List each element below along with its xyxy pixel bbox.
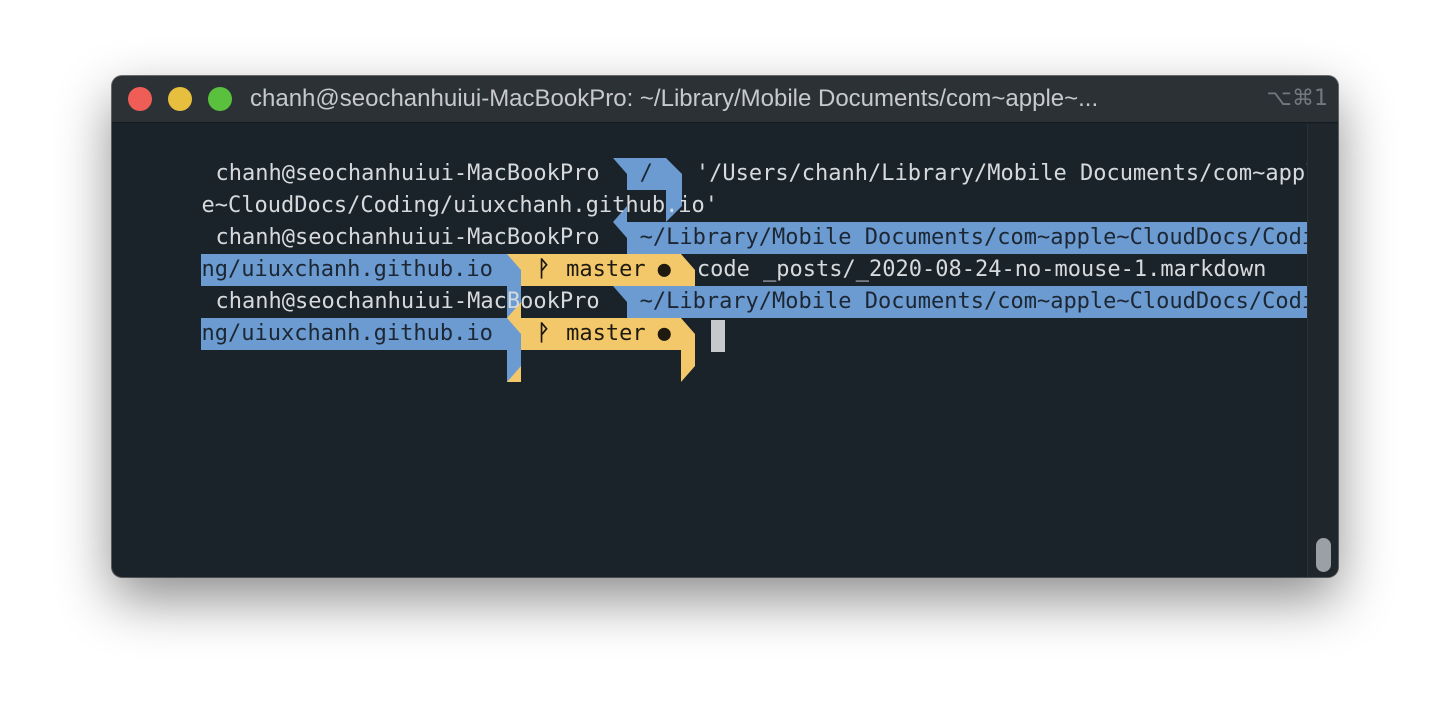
terminal-window: chanh@seochanhuiui-MacBookPro: ~/Library… <box>112 76 1338 577</box>
prompt-line: ng/uiuxchanh.github.io ᚹ master ● code _post… <box>122 222 1298 318</box>
segment-arrow-icon <box>680 318 695 382</box>
git-branch-name: master <box>566 318 646 350</box>
prompt-line: ng/uiuxchanh.github.io ᚹ master ● <box>122 286 1298 382</box>
zoom-window-button[interactable] <box>208 87 232 111</box>
tab-shortcut-label: ⌥⌘1 <box>1266 86 1328 111</box>
terminal-output[interactable]: chanh@seochanhuiui-MacBookPro / '/Users/ch… <box>122 124 1338 574</box>
prompt-line: chanh@seochanhuiui-MacBookPro / '/Users/ch… <box>122 126 1318 222</box>
git-dirty-indicator: ● <box>645 318 681 350</box>
scrollbar-track[interactable] <box>1307 124 1338 577</box>
title-bar[interactable]: chanh@seochanhuiui-MacBookPro: ~/Library… <box>112 76 1338 123</box>
window-title: chanh@seochanhuiui-MacBookPro: ~/Library… <box>250 86 1099 112</box>
text-cursor <box>710 320 725 352</box>
prompt-line: chanh@seochanhuiui-MacBookPro ~/Library/M… <box>122 190 1338 286</box>
scrollbar-thumb[interactable] <box>1316 538 1331 572</box>
prompt-path-segment: ng/uiuxchanh.github.io <box>201 318 507 350</box>
output-line: e~CloudDocs/Coding/uiuxchanh.github.io' <box>122 158 1298 218</box>
git-branch-icon: ᚹ <box>520 318 567 350</box>
prompt-line: chanh@seochanhuiui-MacBookPro ~/Library/M… <box>122 254 1338 350</box>
minimize-window-button[interactable] <box>168 87 192 111</box>
segment-arrow-icon <box>506 318 521 382</box>
close-window-button[interactable] <box>128 87 152 111</box>
